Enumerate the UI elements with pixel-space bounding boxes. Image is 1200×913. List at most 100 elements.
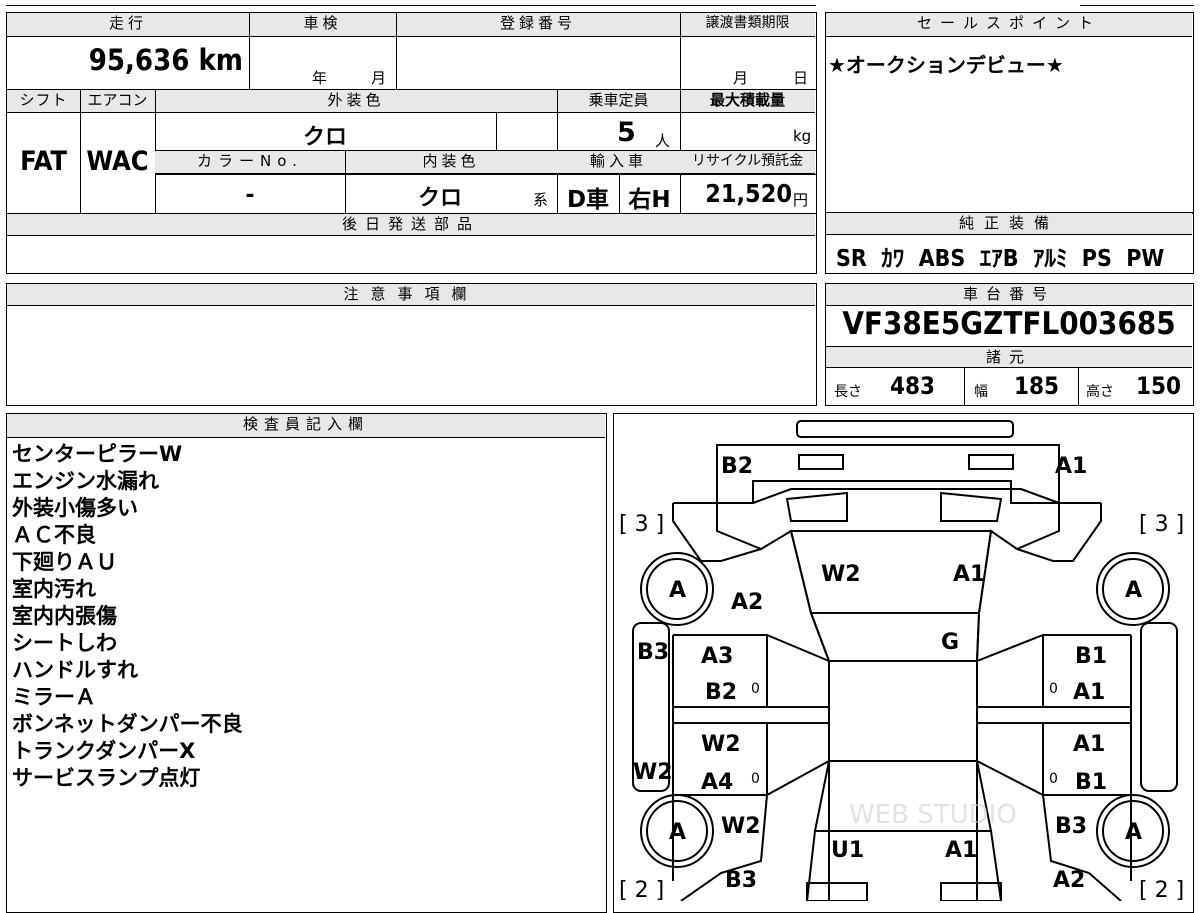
length-label: 長さ (834, 384, 862, 400)
label-b3-front-left: B3 (725, 868, 757, 893)
registration-header: 登録番号 (396, 13, 680, 37)
note-line: ハンドルすれ (12, 658, 138, 682)
top-strip-right (1080, 0, 1194, 6)
shift-header: シフト (7, 90, 80, 113)
capacity-value: 5 (617, 117, 636, 148)
sales-point-value: ★オークションデビュー★ (828, 53, 1064, 77)
note-line: ＡＣ不良 (12, 523, 96, 547)
tire-left-top: [ 3 ] (619, 512, 664, 537)
transfer-header: 譲渡書類期限 (680, 13, 815, 37)
tire-right-top: [ 3 ] (1139, 512, 1184, 537)
note-line: サービスランプ点灯 (12, 766, 201, 790)
label-rear-left: B2 (721, 454, 753, 479)
note-line: シートしわ (12, 631, 117, 655)
mileage-header: 走行 (7, 13, 249, 37)
genuine-equipment-value: SR ｶﾜ ABS ｴｱB ｱﾙﾐ PS PW (836, 246, 1165, 272)
length-value: 483 (890, 372, 936, 400)
height-value: 150 (1136, 372, 1182, 400)
width-value: 185 (1014, 372, 1060, 400)
inspection-month-unit: 月 (371, 69, 387, 87)
note-line: 室内内張傷 (12, 604, 117, 628)
notice-header: 注意事項欄 (7, 284, 815, 306)
label-ldoor-front-top: W2 (701, 732, 741, 757)
sales-point-box: セールスポイント ★オークションデビュー★ (825, 12, 1194, 214)
inspection-year-unit: 年 (312, 69, 328, 87)
label-a2-left: A2 (731, 590, 763, 615)
interior-color-header: 内装色 (345, 151, 557, 174)
label-hood-l: U1 (831, 838, 864, 863)
wheel-rr: A (1125, 578, 1142, 603)
note-line: 室内汚れ (12, 577, 96, 601)
recycle-unit: 円 (793, 191, 809, 209)
note-line: 外装小傷多い (12, 496, 138, 520)
transfer-day-unit: 日 (793, 69, 809, 87)
exterior-color-value: クロ (302, 125, 347, 150)
zero-1: 0 (751, 681, 760, 697)
chassis-box: 車台番号 VF38E5GZTFL003685 諸元 長さ 483 幅 185 高… (825, 283, 1194, 406)
zero-4: 0 (1049, 771, 1058, 787)
label-rear-glass-r: A1 (953, 562, 985, 587)
height-label: 高さ (1086, 384, 1114, 400)
vehicle-info-table: 走行 車検 登録番号 譲渡書類期限 95,636 km 年 月 月 日 シフト … (6, 12, 817, 274)
inspector-notes-box: 検査員記入欄 センターピラーW エンジン水漏れ 外装小傷多い ＡＣ不良 下廻りＡ… (6, 413, 607, 913)
shift-value: FAT (20, 146, 67, 177)
capacity-header: 乗車定員 (557, 90, 680, 113)
note-line: トランクダンパーX (12, 739, 196, 763)
sales-point-header: セールスポイント (826, 13, 1192, 37)
max-load-unit: kg (793, 127, 812, 145)
tire-left-bottom: [ 2 ] (619, 878, 664, 901)
label-a2-front-right: A2 (1053, 868, 1085, 893)
watermark: WEB STUDIO (849, 800, 1017, 830)
width-label: 幅 (974, 384, 988, 400)
interior-color-suffix: 系 (533, 191, 549, 209)
chassis-number: VF38E5GZTFL003685 (842, 306, 1176, 342)
color-no-value: - (245, 183, 255, 208)
zero-3: 0 (1049, 681, 1058, 697)
label-w2-front-left: W2 (721, 814, 761, 839)
inspector-notes-header: 検査員記入欄 (7, 414, 605, 438)
label-rear-right: A1 (1055, 454, 1087, 479)
label-rdoor-front-bottom: B1 (1075, 770, 1107, 795)
notice-box: 注意事項欄 (6, 283, 817, 406)
transfer-month-unit: 月 (733, 69, 749, 87)
aircon-header: エアコン (80, 90, 155, 113)
label-ldoor-rear-top: A3 (701, 644, 733, 669)
label-ldoor-front-bottom: A4 (701, 770, 733, 795)
mileage-value: 95,636 km (88, 43, 243, 77)
capacity-unit: 人 (655, 132, 671, 150)
specs-header: 諸元 (826, 346, 1192, 368)
genuine-equipment-box: 純正装備 SR ｶﾜ ABS ｴｱB ｱﾙﾐ PS PW (825, 212, 1194, 274)
tire-right-bottom: [ 2 ] (1139, 878, 1184, 901)
import-header: 輸入車 (557, 151, 680, 174)
label-rdoor-rear-top: B1 (1075, 644, 1107, 669)
wheel-rl: A (669, 578, 686, 603)
later-parts-header: 後日発送部品 (7, 214, 815, 236)
aircon-value: WAC (86, 146, 149, 177)
label-ldoor-rear-bottom: B2 (705, 680, 737, 705)
damage-diagram-box: B2 A1 [ 3 ] [ 3 ] [ 2 ] [ 2 ] A A A A W2… (613, 413, 1194, 913)
import-value-2: 右H (628, 187, 671, 213)
label-rear-glass-l: W2 (821, 562, 861, 587)
import-value-1: D車 (566, 187, 610, 213)
chassis-header: 車台番号 (826, 284, 1192, 306)
genuine-equipment-header: 純正装備 (826, 213, 1192, 235)
note-line: センターピラーW (12, 442, 183, 466)
wheel-fr: A (1125, 820, 1142, 845)
label-b3-left: B3 (637, 640, 669, 665)
interior-color-value: クロ (417, 186, 462, 211)
recycle-header: リサイクル預託金 (680, 151, 815, 174)
note-line: 下廻りＡＵ (12, 550, 117, 574)
zero-2: 0 (751, 771, 760, 787)
exterior-color-header: 外装色 (155, 90, 557, 113)
label-rdoor-rear-bottom: A1 (1073, 680, 1105, 705)
top-strip (6, 0, 816, 6)
inspection-header: 車検 (249, 13, 396, 37)
label-roof: G (941, 630, 959, 655)
label-b3-front-right: B3 (1055, 814, 1087, 839)
label-w2-left: W2 (633, 760, 673, 785)
note-line: ミラーＡ (12, 685, 96, 709)
note-line: エンジン水漏れ (12, 469, 159, 493)
car-diagram: B2 A1 [ 3 ] [ 3 ] [ 2 ] [ 2 ] A A A A W2… (619, 420, 1184, 901)
label-hood-r: A1 (945, 838, 977, 863)
label-rdoor-front-top: A1 (1073, 732, 1105, 757)
